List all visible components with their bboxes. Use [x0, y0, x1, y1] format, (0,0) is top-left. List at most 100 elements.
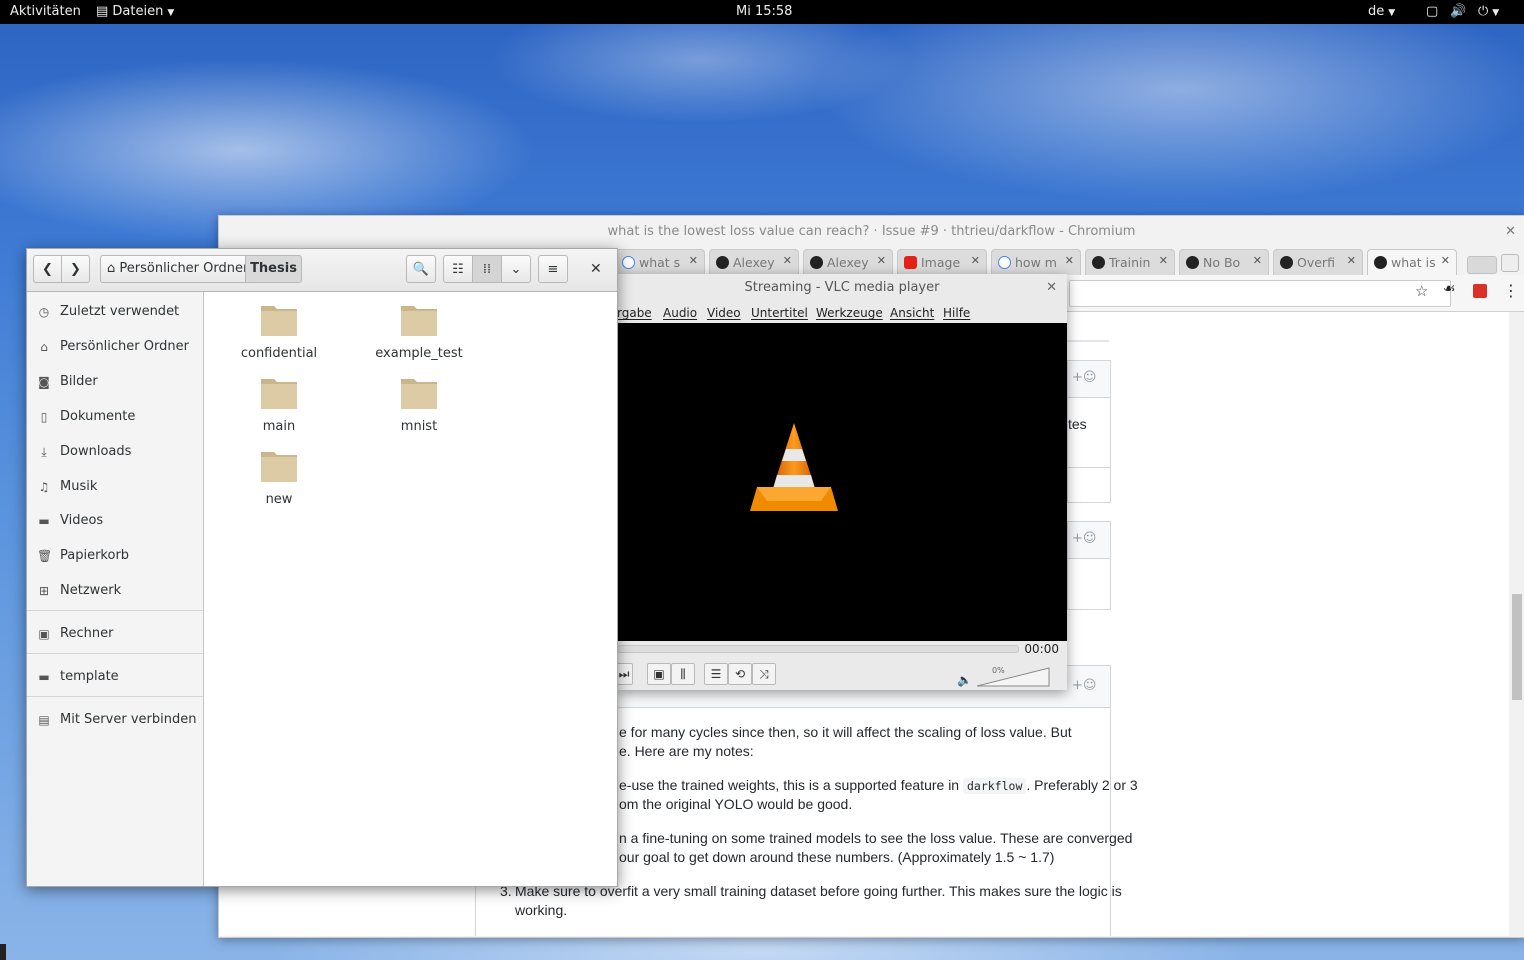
add-reaction-icon[interactable]: +☺: [1072, 531, 1096, 546]
bookmark-star-icon[interactable]: ☆: [1415, 282, 1428, 300]
sidebar-item-pictures[interactable]: ◙ Bilder: [27, 367, 203, 397]
sidebar-item-label: Musik: [60, 479, 98, 494]
tab-label: Image: [921, 255, 961, 270]
playlist-icon[interactable]: ☰: [704, 663, 728, 685]
sidebar-item-downloads[interactable]: ⤓ Downloads: [27, 437, 203, 467]
tab-close-icon[interactable]: ✕: [1159, 254, 1168, 267]
folder-item[interactable]: example_test: [354, 302, 484, 372]
sidebar-item-template[interactable]: ▬ template: [27, 662, 203, 692]
tab-close-icon[interactable]: ✕: [1065, 254, 1074, 267]
browser-tab[interactable]: Alexey ✕: [709, 249, 799, 276]
close-icon[interactable]: ✕: [590, 261, 602, 277]
sidebar-item-trash[interactable]: 🗑 Papierkorb: [27, 541, 203, 571]
tab-label: No Bo: [1203, 255, 1241, 270]
menu-audio[interactable]: Audio: [663, 306, 697, 320]
menu-video[interactable]: Video: [707, 306, 741, 320]
folder-item[interactable]: mnist: [354, 375, 484, 445]
new-tab-button[interactable]: [1467, 256, 1497, 274]
comment-text-line: our goal to get down around these number…: [619, 849, 1055, 865]
folder-item[interactable]: main: [214, 375, 344, 445]
sidebar-item-computer[interactable]: ▣ Rechner: [27, 619, 203, 649]
sidebar-item-videos[interactable]: ▬ Videos: [27, 506, 203, 536]
browser-tab[interactable]: Image ✕: [897, 249, 987, 276]
menu-view[interactable]: Ansicht: [890, 306, 934, 320]
search-icon[interactable]: 🔍: [406, 255, 436, 283]
sidebar-item-recent[interactable]: ◷ Zuletzt verwendet: [27, 297, 203, 327]
vlc-cone-icon: [750, 423, 838, 511]
sidebar-separator: [27, 610, 203, 611]
video-area[interactable]: [617, 323, 1067, 641]
window-icon[interactable]: ▢: [1426, 4, 1438, 19]
tab-close-icon[interactable]: ✕: [689, 254, 698, 267]
browser-tab[interactable]: No Bo ✕: [1179, 249, 1269, 276]
forward-icon[interactable]: ❯: [61, 255, 90, 283]
tab-close-icon[interactable]: ✕: [1441, 254, 1450, 267]
inline-code: darkflow: [962, 778, 1027, 794]
tab-close-icon[interactable]: ✕: [877, 254, 886, 267]
folder-item[interactable]: new: [214, 448, 344, 518]
menu-help[interactable]: Hilfe: [943, 306, 970, 320]
vlc-menubar: rgabe Audio Video Untertitel Werkzeuge A…: [617, 303, 1067, 323]
add-reaction-icon[interactable]: +☺: [1072, 678, 1096, 693]
close-icon[interactable]: ✕: [1505, 216, 1516, 248]
folder-name: example_test: [375, 346, 463, 361]
clock[interactable]: Mi 15:58: [736, 4, 792, 19]
browser-tab[interactable]: Overfi ✕: [1273, 249, 1363, 276]
list-view-icon[interactable]: ☷: [443, 255, 473, 283]
extension-icon[interactable]: ☙: [1443, 281, 1457, 297]
breadcrumb-home[interactable]: ⌂ Persönlicher Ordner: [100, 255, 248, 283]
chromium-window-title: what is the lowest loss value can reach?…: [607, 224, 1136, 239]
sidebar-item-home[interactable]: ⌂ Persönlicher Ordner: [27, 332, 203, 362]
sidebar-item-network[interactable]: ⊞ Netzwerk: [27, 576, 203, 606]
back-icon[interactable]: ❮: [33, 255, 62, 283]
sidebar-item-music[interactable]: ♫ Musik: [27, 472, 203, 502]
hamburger-menu-icon[interactable]: ≡: [538, 255, 568, 283]
menu-subtitles[interactable]: Untertitel: [751, 306, 808, 320]
power-icon[interactable]: ⏻ ▼: [1478, 4, 1499, 19]
comment-text-line: n a fine-tuning on some trained models t…: [619, 830, 1133, 846]
scrollbar-thumb[interactable]: [1512, 594, 1522, 700]
browser-tab[interactable]: how m ✕: [991, 249, 1081, 276]
add-reaction-icon[interactable]: +☺: [1072, 370, 1096, 385]
keyboard-layout-menu[interactable]: de ▼: [1368, 4, 1395, 19]
tab-close-icon[interactable]: ✕: [783, 254, 792, 267]
menu-tools[interactable]: Werkzeuge: [816, 306, 883, 320]
breadcrumb-current[interactable]: Thesis: [245, 255, 302, 283]
address-bar[interactable]: [1069, 280, 1451, 307]
volume-icon[interactable]: 🔊: [1450, 4, 1466, 19]
equalizer-icon[interactable]: ⫼: [671, 663, 695, 685]
fullscreen-icon[interactable]: ▣: [647, 663, 671, 685]
tab-close-icon[interactable]: ✕: [1253, 254, 1262, 267]
volume-slider[interactable]: [977, 666, 1051, 688]
speaker-icon[interactable]: 🔈: [957, 673, 972, 687]
sidebar-separator: [27, 653, 203, 654]
browser-menu-icon[interactable]: ⋮: [1503, 281, 1519, 300]
folder-item[interactable]: confidential: [214, 302, 344, 372]
scrollbar[interactable]: [1510, 312, 1524, 936]
extension-red-icon[interactable]: [1473, 284, 1487, 298]
github-icon: [716, 256, 729, 269]
tab-close-icon[interactable]: ✕: [971, 254, 980, 267]
browser-tab[interactable]: what s ✕: [615, 249, 705, 276]
shuffle-icon[interactable]: ⤨: [752, 663, 776, 685]
profile-icon[interactable]: [1501, 254, 1519, 272]
sidebar-item-connect-server[interactable]: ▤ Mit Server verbinden: [27, 705, 203, 735]
comment-footer: [1067, 467, 1111, 503]
app-menu[interactable]: ▤ Dateien ▼: [96, 4, 174, 19]
tab-close-icon[interactable]: ✕: [1347, 254, 1356, 267]
menu-playback[interactable]: rgabe: [617, 306, 652, 320]
tab-label: what is: [1391, 255, 1436, 270]
seek-bar[interactable]: [617, 645, 1019, 653]
activities-button[interactable]: Aktivitäten: [10, 4, 81, 19]
loop-icon[interactable]: ⟲: [728, 663, 752, 685]
sidebar-item-label: Papierkorb: [60, 548, 130, 563]
browser-tab-active[interactable]: what is ✕: [1367, 249, 1457, 276]
sidebar-item-documents[interactable]: ▯ Dokumente: [27, 402, 203, 432]
browser-tab[interactable]: Trainin ✕: [1085, 249, 1175, 276]
grid-view-icon[interactable]: ⁞⁞: [472, 255, 502, 283]
folder-icon: ▬: [38, 670, 50, 684]
browser-tab[interactable]: Alexey ✕: [803, 249, 893, 276]
close-icon[interactable]: ✕: [1046, 274, 1057, 302]
view-options-chevron-icon[interactable]: ⌄: [501, 255, 531, 283]
camera-icon: ◙: [38, 375, 50, 389]
